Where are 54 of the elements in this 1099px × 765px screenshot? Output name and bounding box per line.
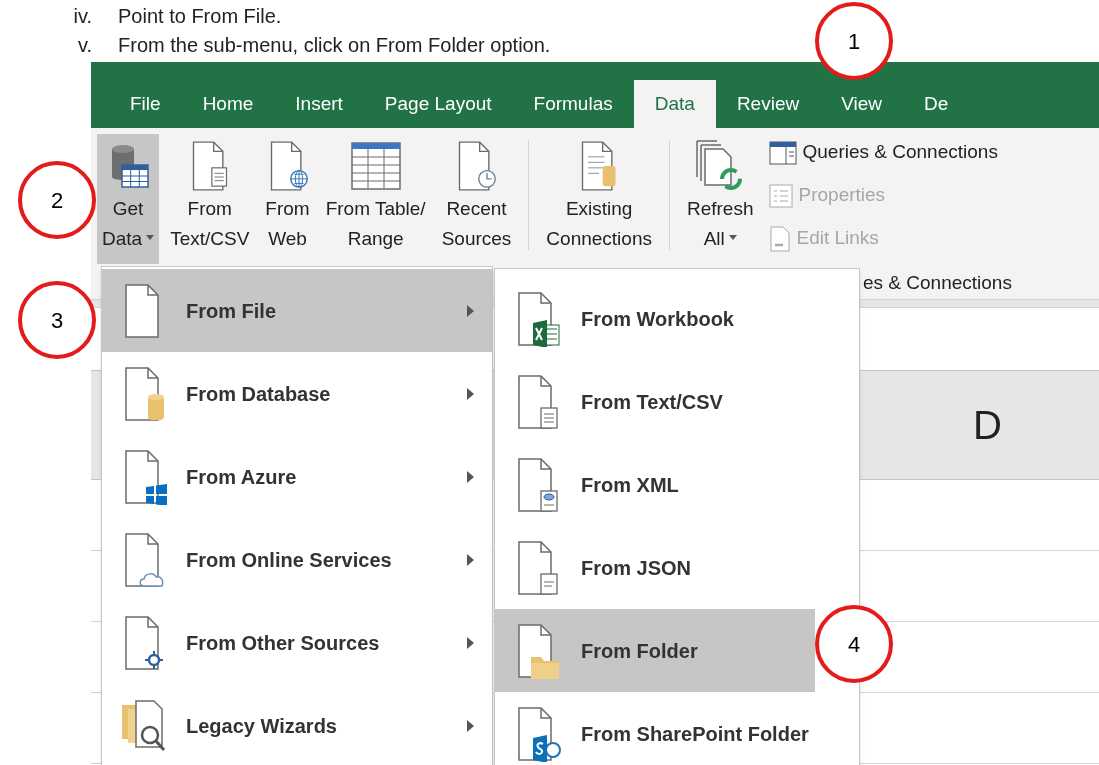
menu-item[interactable]: From Azure — [102, 435, 492, 518]
ribbon-tab[interactable]: View — [820, 80, 904, 128]
menu-item[interactable]: From SharePoint Folder — [495, 692, 815, 765]
menu-item[interactable]: From File — [102, 269, 492, 352]
ribbon-tab[interactable]: Page Layout — [363, 80, 513, 128]
step-number-badge: 3 — [18, 281, 96, 359]
menu-item[interactable]: From JSON — [495, 526, 815, 609]
ribbon-tab[interactable]: Insert — [274, 80, 364, 128]
menu-item-label: From SharePoint Folder — [581, 721, 809, 747]
menu-item-label: From Database — [186, 381, 332, 407]
list-number: iv. — [72, 3, 93, 29]
list-number: v. — [76, 32, 93, 58]
ribbon-button[interactable]: Recent Sources — [436, 134, 517, 264]
menu-item-label: From Other Sources — [186, 630, 381, 656]
menu-item-label: From Azure — [186, 464, 298, 490]
menu-item-label: From Text/CSV — [581, 389, 723, 415]
menu-item[interactable]: From Online Services — [102, 518, 492, 601]
menu-item[interactable]: From Text/CSV — [495, 360, 815, 443]
instruction-text: From the sub-menu, click on From Folder option. — [118, 32, 551, 58]
menu-item-label: From Folder — [581, 638, 698, 664]
ribbon-tab[interactable]: De — [903, 80, 970, 128]
link-file-icon — [768, 225, 791, 252]
ribbon-button[interactable]: From Web — [260, 134, 315, 264]
ribbon-tab[interactable]: Home — [181, 80, 275, 128]
ribbon-button[interactable]: Refresh All — [681, 134, 759, 264]
menu-item-label: From Online Services — [186, 547, 393, 573]
ribbon-small-button[interactable]: Queries & Connections — [768, 134, 998, 171]
menu-item[interactable]: Legacy Wizards — [102, 684, 492, 765]
ribbon-tab[interactable]: Review — [715, 80, 821, 128]
menu-item[interactable]: From XML — [495, 443, 815, 526]
ribbon-button[interactable]: Get Data — [97, 134, 160, 264]
menu-item[interactable]: From Database — [102, 352, 492, 435]
properties-icon — [768, 183, 793, 208]
ribbon-tab[interactable]: Formulas — [512, 80, 634, 128]
menu-item[interactable]: From Workbook — [495, 277, 815, 360]
menu-item-label: Legacy Wizards — [186, 713, 338, 739]
menu-item-label: From JSON — [581, 555, 692, 581]
menu-item-label: From XML — [581, 472, 679, 498]
ribbon-button[interactable]: From Text/CSV — [165, 134, 255, 264]
instruction-text: Point to From File. — [118, 3, 282, 29]
menu-item[interactable]: From Folder — [495, 609, 815, 692]
ribbon-button[interactable]: From Table/ Range — [320, 134, 431, 264]
menu-item[interactable]: From Other Sources — [102, 601, 492, 684]
step-number-badge: 2 — [18, 161, 96, 239]
ribbon-tab[interactable]: File — [109, 80, 182, 128]
menu-item-label: From Workbook — [581, 306, 734, 332]
ribbon-button[interactable]: Existing Connections — [541, 134, 657, 264]
column-letter: D — [973, 402, 1002, 449]
ribbon-tab[interactable]: Data — [633, 80, 716, 128]
menu-item-label: From File — [186, 298, 277, 324]
table-icon — [349, 141, 402, 191]
queries-panel-icon — [768, 140, 797, 165]
step-number-badge: 1 — [815, 2, 893, 80]
group-label: es & Connections — [863, 270, 1012, 295]
